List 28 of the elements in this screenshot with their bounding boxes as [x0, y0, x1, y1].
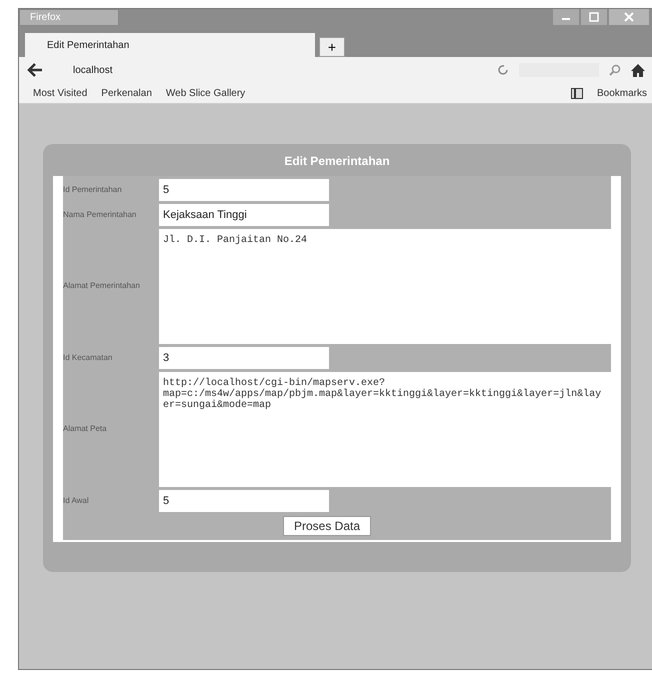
reload-icon[interactable]	[497, 64, 509, 76]
input-field[interactable]: 3	[159, 347, 329, 369]
field-label: Id Awal	[63, 494, 90, 507]
field-label: Id Pemerintahan	[63, 184, 123, 196]
textarea-field[interactable]: http://localhost/cgi-bin/mapserv.exe?map=c:/ms4w/apps/map/pbjm.map&layer=kktinggi&layer=kktinggi&layer=jln&layer=sungai&mode=map	[159, 372, 611, 487]
maximize-icon[interactable]	[581, 9, 607, 25]
bookmarks-icon[interactable]	[570, 88, 583, 98]
field-label: Alamat Peta	[63, 423, 108, 436]
browser-tab[interactable]: Edit Pemerintahan	[25, 33, 315, 57]
field-label: Nama Pemerintahan	[63, 208, 138, 221]
field-label: Id Kecamatan	[63, 352, 114, 364]
close-icon[interactable]	[609, 9, 649, 25]
bookmarks-menu[interactable]: Bookmarks	[596, 88, 647, 98]
input-field[interactable]: Kejaksaan Tinggi	[159, 204, 329, 226]
new-tab-button[interactable]: +	[319, 37, 345, 57]
home-icon[interactable]	[631, 64, 645, 76]
bookmark-link[interactable]: Web Slice Gallery	[166, 88, 246, 98]
field-label: Alamat Pemerintahan	[63, 280, 141, 292]
search-icon[interactable]	[609, 64, 621, 76]
minimize-icon[interactable]	[553, 9, 579, 25]
form-title: Edit Pemerintahan	[283, 153, 391, 170]
submit-button[interactable]: Proses Data	[283, 516, 372, 536]
back-icon[interactable]	[27, 63, 43, 77]
input-field[interactable]: 5	[159, 179, 329, 201]
bookmark-link[interactable]: Most Visited	[33, 88, 88, 98]
input-field[interactable]: 5	[159, 490, 329, 512]
bookmark-link[interactable]: Perkenalan	[101, 88, 152, 98]
textarea-field[interactable]: Jl. D.I. Panjaitan No.24	[159, 229, 611, 344]
